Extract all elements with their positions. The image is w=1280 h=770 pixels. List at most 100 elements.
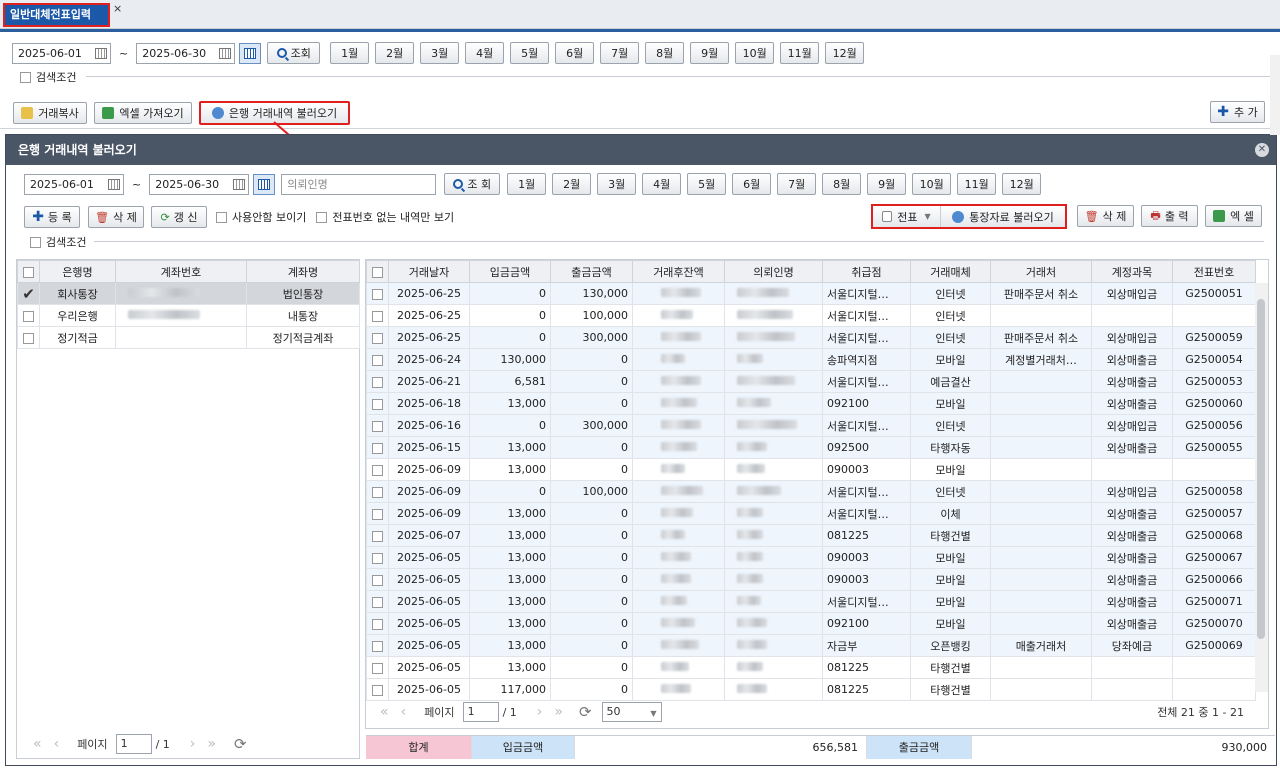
month-button-5[interactable]: 5월 <box>687 173 727 195</box>
month-button-9[interactable]: 9월 <box>690 42 730 64</box>
payer-name-input[interactable]: 의뢰인명 <box>281 173 437 195</box>
month-button-1[interactable]: 1월 <box>330 42 370 64</box>
vertical-scrollbar[interactable] <box>1255 283 1268 692</box>
transaction-row[interactable]: 2025-06-05 13,000 0 자금부 오픈뱅킹 매출거래처 당좌예금 G250006… <box>366 634 1256 657</box>
scrollbar-thumb[interactable] <box>1257 299 1265 639</box>
transaction-row[interactable]: 2025-06-05 13,000 0 090003 모바일 외상매출금 G2500067 <box>366 546 1256 569</box>
month-button-10[interactable]: 10월 <box>735 42 775 64</box>
calendar-icon[interactable] <box>219 47 232 59</box>
page-input[interactable]: 1 <box>462 702 499 722</box>
next-page-icon[interactable]: › <box>537 704 543 720</box>
month-button-12[interactable]: 12월 <box>1002 173 1042 195</box>
dialog-date-to[interactable]: 2025-06-30 <box>149 173 250 195</box>
select-all-checkbox[interactable] <box>366 260 389 283</box>
month-button-8[interactable]: 8월 <box>822 173 862 195</box>
transaction-row[interactable]: 2025-06-18 13,000 0 092100 모바일 외상매출금 G2500060 <box>366 392 1256 415</box>
transaction-row[interactable]: 2025-06-25 0 100,000 서울디지털… 인터넷 <box>366 304 1256 327</box>
tab-close-icon[interactable]: × <box>113 2 122 15</box>
transaction-row[interactable]: 2025-06-15 13,000 0 092500 타행자동 외상매출금 G2500055 <box>366 436 1256 459</box>
transaction-row[interactable]: 2025-06-09 13,000 0 서울디지털… 이체 외상매출금 G2500057 <box>366 502 1256 525</box>
transaction-row[interactable]: 2025-06-25 0 130,000 서울디지털… 인터넷 판매주문서 취소 외상매입금… <box>366 282 1256 305</box>
month-button-10[interactable]: 10월 <box>912 173 952 195</box>
delete-button[interactable]: 🗑 삭 제 <box>88 206 144 228</box>
col-deposit[interactable]: 입금금액 <box>469 260 551 283</box>
row-checkbox[interactable] <box>17 326 40 349</box>
month-button-4[interactable]: 4월 <box>642 173 682 195</box>
row-checkbox[interactable] <box>366 282 389 305</box>
row-checkbox[interactable] <box>366 568 389 591</box>
row-checkbox[interactable] <box>366 436 389 459</box>
transaction-row[interactable]: 2025-06-05 13,000 0 081225 타행건별 <box>366 656 1256 679</box>
col-account-subject[interactable]: 계정과목 <box>1091 260 1173 283</box>
row-checkbox[interactable] <box>366 370 389 393</box>
prev-page-icon[interactable]: ‹ <box>54 736 60 752</box>
month-button-7[interactable]: 7월 <box>600 42 640 64</box>
month-button-11[interactable]: 11월 <box>957 173 997 195</box>
page-size-select[interactable]: 50 ▼ <box>601 702 662 722</box>
col-date[interactable]: 거래날자 <box>388 260 470 283</box>
month-button-2[interactable]: 2월 <box>375 42 415 64</box>
main-scrollbar[interactable] <box>1270 55 1280 135</box>
row-checkbox[interactable] <box>366 414 389 437</box>
col-medium[interactable]: 거래매체 <box>910 260 991 283</box>
transaction-row[interactable]: 2025-06-21 6,581 0 서울디지털… 예금결산 외상매출금 G2500053 <box>366 370 1256 393</box>
delete-button-2[interactable]: 🗑 삭 제 <box>1077 205 1134 227</box>
row-checkbox[interactable] <box>17 304 40 327</box>
copy-transaction-button[interactable]: 거래복사 <box>13 102 87 124</box>
excel-import-button[interactable]: 엑셀 가져오기 <box>94 102 192 124</box>
account-row[interactable]: 정기적금 정기적금계좌 <box>17 326 360 349</box>
first-page-icon[interactable]: « <box>33 736 42 752</box>
account-row[interactable]: ✔ 회사통장 법인통장 <box>17 282 360 305</box>
month-button-5[interactable]: 5월 <box>510 42 550 64</box>
col-withdraw[interactable]: 출금금액 <box>550 260 633 283</box>
transaction-row[interactable]: 2025-06-09 0 100,000 서울디지털… 인터넷 외상매입금 G2500058 <box>366 480 1256 503</box>
next-page-icon[interactable]: › <box>190 736 196 752</box>
main-date-from[interactable]: 2025-06-01 <box>12 42 111 64</box>
row-checkbox[interactable] <box>366 502 389 525</box>
row-checkbox[interactable] <box>366 458 389 481</box>
row-checkbox[interactable] <box>366 634 389 657</box>
print-button[interactable]: 🖶 출 력 <box>1141 205 1198 227</box>
month-button-3[interactable]: 3월 <box>420 42 460 64</box>
col-payer[interactable]: 의뢰인명 <box>724 260 823 283</box>
checkbox[interactable] <box>30 236 41 248</box>
refresh-button[interactable]: ⟳ 갱 신 <box>151 206 207 228</box>
first-page-icon[interactable]: « <box>380 704 389 720</box>
month-button-8[interactable]: 8월 <box>645 42 685 64</box>
month-button-9[interactable]: 9월 <box>867 173 907 195</box>
calendar-icon[interactable] <box>233 178 246 190</box>
tab-general-voucher[interactable]: 일반대체전표입력 <box>3 3 110 27</box>
month-button-2[interactable]: 2월 <box>552 173 592 195</box>
row-checkbox[interactable] <box>366 304 389 327</box>
transaction-row[interactable]: 2025-06-09 13,000 0 090003 모바일 <box>366 458 1256 481</box>
month-button-3[interactable]: 3월 <box>597 173 637 195</box>
select-all-checkbox[interactable] <box>17 260 40 283</box>
transaction-row[interactable]: 2025-06-05 13,000 0 092100 모바일 외상매출금 G2500070 <box>366 612 1256 635</box>
transaction-row[interactable]: 2025-06-24 130,000 0 송파역지점 모바일 계정별거래처… 외상매출금 G2… <box>366 348 1256 371</box>
row-checkbox[interactable] <box>366 546 389 569</box>
month-button-4[interactable]: 4월 <box>465 42 505 64</box>
transaction-row[interactable]: 2025-06-05 13,000 0 090003 모바일 외상매출금 G2500066 <box>366 568 1256 591</box>
checkbox[interactable] <box>20 71 31 83</box>
load-passbook-button[interactable]: 통장자료 불러오기 <box>941 206 1065 227</box>
transaction-row[interactable]: 2025-06-05 117,000 0 081225 타행건별 <box>366 678 1256 701</box>
refresh-icon[interactable]: ⟳ <box>579 703 592 721</box>
calendar-picker-button[interactable] <box>239 42 262 64</box>
month-button-6[interactable]: 6월 <box>555 42 595 64</box>
month-button-11[interactable]: 11월 <box>780 42 820 64</box>
month-button-1[interactable]: 1월 <box>507 173 547 195</box>
transaction-row[interactable]: 2025-06-05 13,000 0 서울디지털… 모바일 외상매출금 G2500071 <box>366 590 1256 613</box>
transaction-row[interactable]: 2025-06-07 13,000 0 081225 타행건별 외상매출금 G2500068 <box>366 524 1256 547</box>
voucher-dropdown[interactable]: 전표 ▼ <box>873 206 941 227</box>
calendar-icon[interactable] <box>95 47 107 59</box>
excel-button[interactable]: 엑 셀 <box>1205 205 1262 227</box>
register-button[interactable]: ✚ 등 록 <box>24 206 80 228</box>
main-search-condition[interactable]: 검색조건 <box>20 69 76 85</box>
col-client[interactable]: 거래처 <box>990 260 1092 283</box>
dialog-date-from[interactable]: 2025-06-01 <box>24 173 124 195</box>
row-checkbox[interactable] <box>366 348 389 371</box>
row-checkbox[interactable] <box>366 656 389 679</box>
row-checkbox[interactable] <box>366 612 389 635</box>
main-search-button[interactable]: 조회 <box>267 42 321 64</box>
row-checkbox[interactable] <box>366 480 389 503</box>
